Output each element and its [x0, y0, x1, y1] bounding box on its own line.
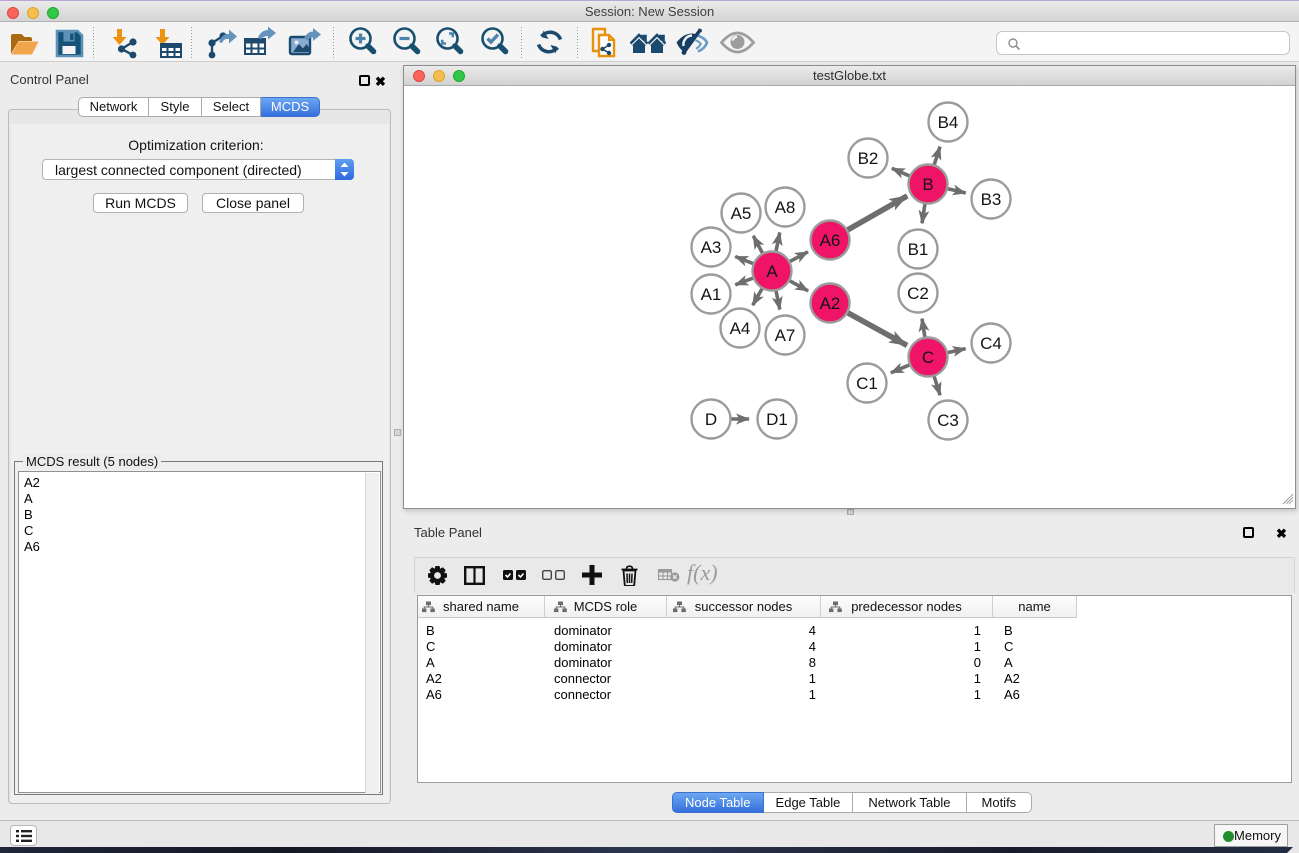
- svg-text:D1: D1: [766, 410, 788, 429]
- svg-text:B3: B3: [981, 190, 1002, 209]
- svg-text:A3: A3: [701, 238, 722, 257]
- svg-text:C1: C1: [856, 374, 878, 393]
- svg-text:B2: B2: [858, 149, 879, 168]
- svg-text:A8: A8: [775, 198, 796, 217]
- svg-text:A2: A2: [820, 294, 841, 313]
- svg-text:C: C: [922, 348, 934, 367]
- svg-text:A1: A1: [701, 285, 722, 304]
- svg-text:C4: C4: [980, 334, 1002, 353]
- svg-text:A7: A7: [775, 326, 796, 345]
- svg-text:B: B: [922, 175, 933, 194]
- svg-text:C3: C3: [937, 411, 959, 430]
- svg-text:B1: B1: [908, 240, 929, 259]
- svg-text:A5: A5: [731, 204, 752, 223]
- svg-text:A: A: [766, 262, 778, 281]
- svg-text:A6: A6: [820, 231, 841, 250]
- svg-text:A4: A4: [730, 319, 751, 338]
- svg-text:C2: C2: [907, 284, 929, 303]
- svg-text:B4: B4: [938, 113, 959, 132]
- svg-text:D: D: [705, 410, 717, 429]
